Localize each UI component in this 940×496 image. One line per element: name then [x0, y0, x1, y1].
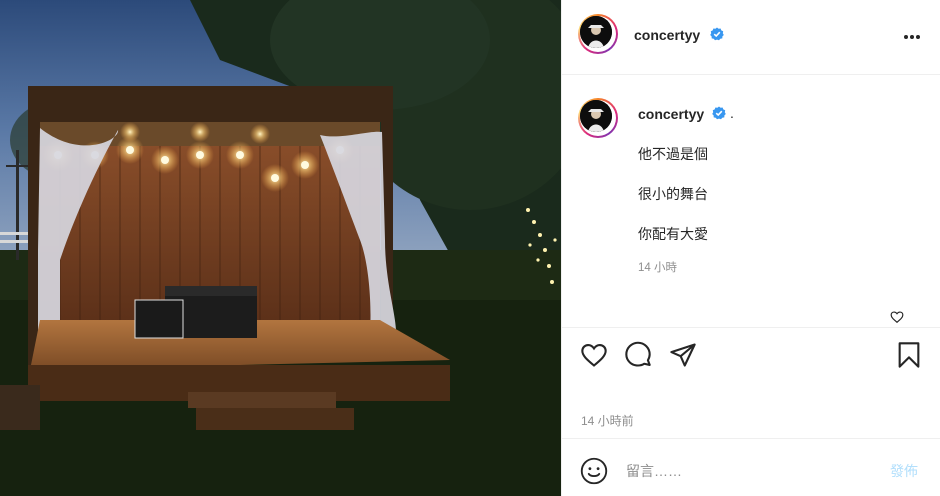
- emoji-icon[interactable]: [580, 457, 608, 485]
- caption-line-2: 很小的舞台: [638, 186, 708, 202]
- comment-icon[interactable]: [624, 341, 652, 369]
- post-side-panel: concertyy concertyy . 他不過是個 很小的舞台 你配有大愛: [561, 0, 940, 496]
- post-header: concertyy: [562, 0, 940, 75]
- header-username[interactable]: concertyy: [634, 27, 700, 43]
- caption-dot: .: [730, 105, 734, 121]
- post-photo[interactable]: [0, 0, 561, 496]
- share-icon[interactable]: [669, 341, 697, 369]
- divider: [562, 327, 940, 328]
- caption-line-1: 他不過是個: [638, 146, 708, 162]
- caption-line-3: 你配有大愛: [638, 226, 708, 242]
- verified-badge-icon: [712, 106, 726, 120]
- avatar[interactable]: [578, 14, 618, 54]
- comment-input[interactable]: 留言……: [626, 461, 682, 481]
- bookmark-icon[interactable]: [895, 341, 923, 369]
- more-options-icon[interactable]: [902, 27, 926, 47]
- heart-icon[interactable]: [580, 341, 608, 369]
- verified-badge-icon: [710, 27, 724, 41]
- caption-time[interactable]: 14 小時: [638, 259, 677, 275]
- divider: [562, 438, 940, 439]
- stage-photo: [0, 0, 561, 496]
- post-time[interactable]: 14 小時前: [581, 412, 634, 429]
- caption-avatar[interactable]: [578, 98, 618, 138]
- caption-username[interactable]: concertyy: [638, 106, 704, 122]
- post-comment-button[interactable]: 發佈: [890, 461, 918, 481]
- comment-like-heart-icon[interactable]: [890, 310, 904, 324]
